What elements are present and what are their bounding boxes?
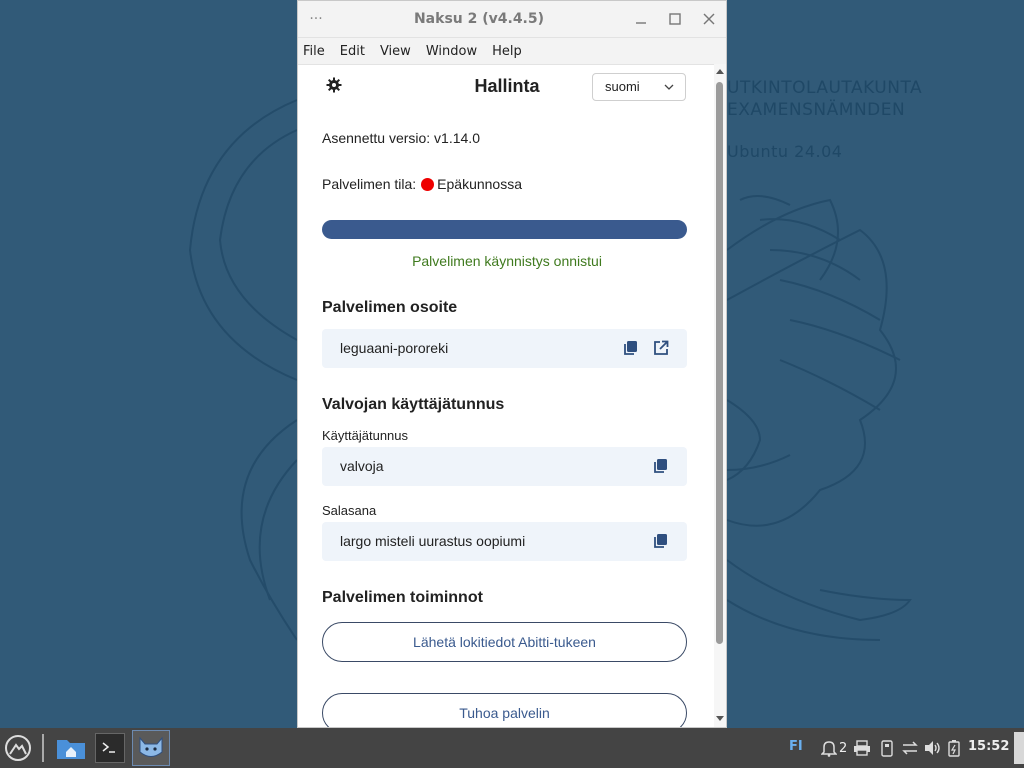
scrollbar-thumb[interactable]	[716, 82, 723, 644]
menu-view[interactable]: View	[380, 44, 411, 59]
taskbar-separator	[42, 734, 44, 762]
server-address-value: leguaani-pororeki	[340, 340, 449, 356]
username-value: valvoja	[340, 458, 384, 474]
folder-home-icon	[57, 740, 85, 759]
maximize-button[interactable]	[658, 1, 692, 37]
password-value: largo misteli uurastus oopiumi	[340, 533, 526, 549]
menu-file[interactable]: File	[303, 44, 325, 59]
success-message: Palvelimen käynnistys onnistui	[412, 253, 602, 269]
menu-help[interactable]: Help	[492, 44, 522, 59]
terminal-launcher[interactable]	[95, 733, 125, 763]
menu-window[interactable]: Window	[426, 44, 477, 59]
network-icon[interactable]	[901, 740, 919, 756]
minimize-icon	[635, 22, 646, 24]
notification-count: 2	[839, 740, 848, 756]
language-select[interactable]: suomi	[592, 73, 686, 101]
terminal-icon	[102, 742, 115, 753]
volume-icon[interactable]	[924, 740, 942, 756]
window-menu-icon[interactable]: ···	[298, 11, 334, 27]
username-label: Käyttäjätunnus	[322, 428, 409, 443]
window-title: Naksu 2 (v4.4.5)	[413, 11, 545, 27]
server-progress-bar	[322, 220, 687, 239]
send-logs-button[interactable]: Lähetä lokitiedot Abitti-tukeen	[322, 622, 687, 662]
close-icon	[703, 13, 715, 25]
desktop-text-line1: UTKINTOLAUTAKUNTA	[727, 78, 923, 98]
copy-icon[interactable]	[653, 458, 669, 474]
printer-icon[interactable]	[853, 740, 871, 756]
clock[interactable]: 15:52	[968, 739, 1009, 754]
close-button[interactable]	[692, 1, 726, 37]
start-menu-icon	[5, 735, 31, 761]
minimize-button[interactable]	[624, 1, 658, 37]
external-link-icon[interactable]	[653, 340, 669, 356]
bell-icon	[821, 741, 837, 757]
destroy-server-button[interactable]: Tuhoa palvelin	[322, 693, 687, 727]
naksu-window: ··· Naksu 2 (v4.4.5) File Edit View Wind…	[297, 0, 727, 728]
status-dot-icon	[421, 178, 435, 191]
installed-version: Asennettu versio: v1.14.0	[322, 130, 480, 146]
taskbar: FI 2 15:52	[0, 728, 1024, 768]
maximize-icon	[669, 13, 681, 25]
usb-drive-icon[interactable]	[880, 740, 894, 757]
copy-icon[interactable]	[623, 340, 639, 356]
menu-edit[interactable]: Edit	[340, 44, 365, 59]
naksu-taskbar-button[interactable]	[132, 730, 170, 766]
keyboard-layout-indicator[interactable]: FI	[789, 739, 803, 754]
server-address-field: leguaani-pororeki	[322, 329, 687, 368]
server-status-label: Palvelimen tila:	[322, 176, 417, 192]
password-label: Salasana	[322, 503, 377, 518]
supervisor-heading: Valvojan käyttäjätunnus	[322, 396, 505, 413]
file-manager-launcher[interactable]	[54, 732, 88, 764]
scroll-up-icon[interactable]	[715, 67, 725, 75]
username-field: valvoja	[322, 447, 687, 486]
password-field: largo misteli uurastus oopiumi	[322, 522, 687, 561]
chevron-down-icon	[664, 74, 674, 111]
scroll-down-icon[interactable]	[715, 715, 725, 723]
main-content: Hallinta suomi Asennettu versio: v1.14.0…	[298, 64, 716, 727]
notifications-button[interactable]: 2	[821, 739, 847, 757]
language-select-value: suomi	[605, 79, 640, 94]
server-address-heading: Palvelimen osoite	[322, 299, 458, 316]
server-status: Palvelimen tila: Epäkunnossa	[322, 176, 522, 192]
copy-icon[interactable]	[653, 533, 669, 549]
start-menu-button[interactable]	[2, 732, 34, 764]
naksu-cat-icon	[139, 736, 163, 757]
server-status-value: Epäkunnossa	[437, 176, 522, 192]
desktop-os-label: Ubuntu 24.04	[727, 142, 843, 161]
menu-bar: File Edit View Window Help	[298, 38, 726, 65]
battery-icon[interactable]	[947, 739, 961, 757]
window-titlebar[interactable]: ··· Naksu 2 (v4.4.5)	[298, 1, 726, 38]
show-desktop-button[interactable]	[1014, 732, 1024, 764]
server-actions-heading: Palvelimen toiminnot	[322, 589, 483, 606]
vertical-scrollbar[interactable]	[714, 64, 726, 727]
desktop-text-line2: EXAMENSNÄMNDEN	[727, 100, 906, 120]
